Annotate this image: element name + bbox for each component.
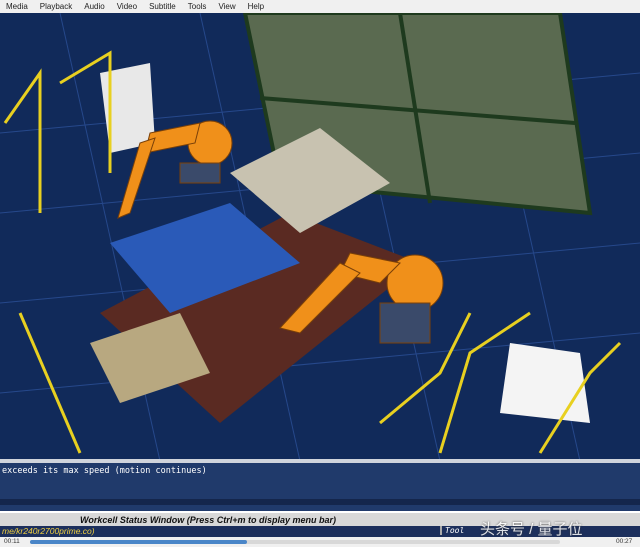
menu-playback[interactable]: Playback [40, 2, 72, 11]
console-message: exceeds its max speed (motion continues) [2, 466, 207, 476]
file-path: me/kr240r2700prime.co) [2, 526, 95, 536]
menu-help[interactable]: Help [248, 2, 264, 11]
workcell-3d-scene [0, 13, 640, 461]
playback-timeline: 00:11 00:27 [0, 537, 640, 547]
console-divider [0, 499, 640, 505]
message-console: exceeds its max speed (motion continues) [0, 461, 640, 511]
video-frame[interactable]: exceeds its max speed (motion continues)… [0, 13, 640, 537]
menu-tools[interactable]: Tools [188, 2, 207, 11]
cabinet-right [500, 343, 590, 423]
menu-media[interactable]: Media [6, 2, 28, 11]
menu-view[interactable]: View [218, 2, 235, 11]
watermark: 头条号 / 量子位 [480, 521, 583, 537]
tool-label: Tool [440, 526, 464, 535]
menu-audio[interactable]: Audio [84, 2, 104, 11]
seek-progress [30, 540, 248, 544]
menu-subtitle[interactable]: Subtitle [149, 2, 176, 11]
total-time: 00:27 [616, 538, 633, 545]
seek-bar[interactable] [30, 540, 560, 544]
elapsed-time: 00:11 [4, 538, 20, 545]
menu-video[interactable]: Video [117, 2, 137, 11]
menu-bar: Media Playback Audio Video Subtitle Tool… [0, 0, 640, 13]
